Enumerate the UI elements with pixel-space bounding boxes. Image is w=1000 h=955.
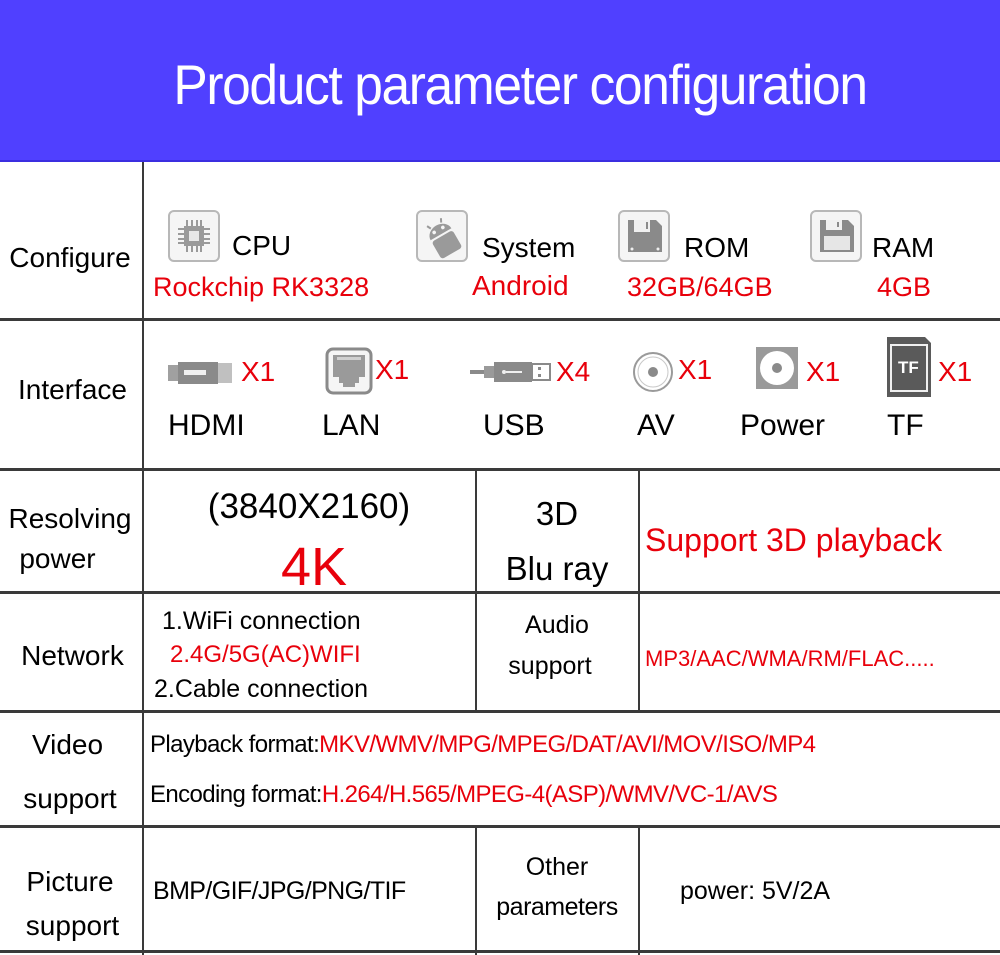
row-label: Interface — [18, 374, 127, 405]
row-label: Resolving — [8, 503, 132, 534]
encoding-format: Encoding format:H.264/H.565/MPEG-4(ASP)/… — [150, 781, 778, 809]
playback-format-value: MKV/WMV/MPG/MPEG/DAT/AVI/MOV/ISO/MP4 — [319, 731, 816, 758]
tf-card-icon-text: TF — [898, 358, 919, 377]
grid-line — [638, 825, 640, 955]
av-jack-icon — [630, 349, 676, 400]
hdmi-label: HDMI — [168, 409, 245, 442]
power-spec: power: 5V/2A — [680, 877, 831, 905]
power-label: Power — [740, 409, 826, 442]
feature-3d-playback: Support 3D playback — [645, 522, 943, 558]
page-title: Product parameter configuration — [173, 53, 868, 116]
grid-line — [0, 468, 1000, 471]
hdmi-connector-icon — [168, 355, 238, 394]
ram-value: 4GB — [877, 272, 932, 302]
playback-format: Playback format:MKV/WMV/MPG/MPEG/DAT/AVI… — [150, 731, 816, 759]
lan-label: LAN — [322, 409, 381, 442]
cpu-chip-icon — [168, 210, 220, 262]
tf-label: TF — [887, 409, 924, 442]
network-wifi-label: 1.WiFi connection — [162, 607, 361, 635]
row-label: Picture — [26, 866, 114, 897]
audio-label: Audio — [525, 611, 589, 639]
picture-formats: BMP/GIF/JPG/PNG/TIF — [153, 877, 406, 905]
cpu-label: CPU — [232, 230, 292, 261]
grid-line — [0, 950, 1000, 953]
ram-label: RAM — [872, 232, 935, 263]
resolution-value: (3840X2160) — [207, 487, 411, 526]
system-value: Android — [472, 270, 569, 301]
system-label: System — [482, 232, 576, 263]
row-label: Video — [31, 729, 104, 760]
network-wifi-value: 2.4G/5G(AC)WIFI — [170, 641, 361, 668]
row-label: support — [23, 783, 117, 814]
row-label: Configure — [9, 242, 131, 273]
row-label: power — [19, 543, 96, 574]
grid-line — [638, 468, 640, 711]
grid-line — [0, 825, 1000, 828]
floppy-disk-icon — [618, 210, 670, 262]
audio-formats: MP3/AAC/WMA/RM/FLAC..... — [645, 646, 935, 671]
lan-count: X1 — [375, 354, 410, 385]
av-label: AV — [637, 409, 675, 442]
format-blu-ray: Blu ray — [505, 550, 609, 587]
playback-format-label: Playback format: — [150, 731, 320, 758]
power-jack-icon — [754, 345, 800, 396]
header-banner: Product parameter configuration — [0, 0, 1000, 162]
cpu-value: Rockchip RK3328 — [153, 272, 370, 302]
tf-count: X1 — [938, 356, 973, 387]
audio-label: support — [508, 652, 592, 680]
grid-line — [0, 710, 1000, 713]
encoding-format-label: Encoding format: — [150, 781, 322, 808]
power-count: X1 — [806, 356, 841, 387]
android-icon — [416, 210, 468, 262]
grid-line — [475, 825, 477, 955]
usb-connector-icon — [470, 355, 554, 394]
floppy-disk-icon — [810, 210, 862, 262]
usb-count: X4 — [556, 356, 591, 387]
row-label: Network — [21, 640, 124, 671]
av-count: X1 — [678, 354, 713, 385]
tf-card-icon: TF — [885, 335, 933, 399]
ethernet-port-icon — [325, 347, 373, 400]
other-parameters-label: Other — [525, 853, 589, 881]
grid-line — [0, 318, 1000, 321]
network-cable-label: 2.Cable connection — [154, 675, 369, 703]
rom-value: 32GB/64GB — [627, 272, 773, 302]
resolution-name: 4K — [280, 537, 348, 597]
format-3d: 3D — [535, 495, 579, 532]
rom-label: ROM — [684, 232, 750, 263]
row-label: support — [25, 910, 120, 941]
usb-label: USB — [483, 409, 545, 442]
encoding-format-value: H.264/H.565/MPEG-4(ASP)/WMV/VC-1/AVS — [321, 781, 778, 808]
other-parameters-label: parameters — [496, 893, 618, 921]
hdmi-count: X1 — [241, 356, 276, 387]
